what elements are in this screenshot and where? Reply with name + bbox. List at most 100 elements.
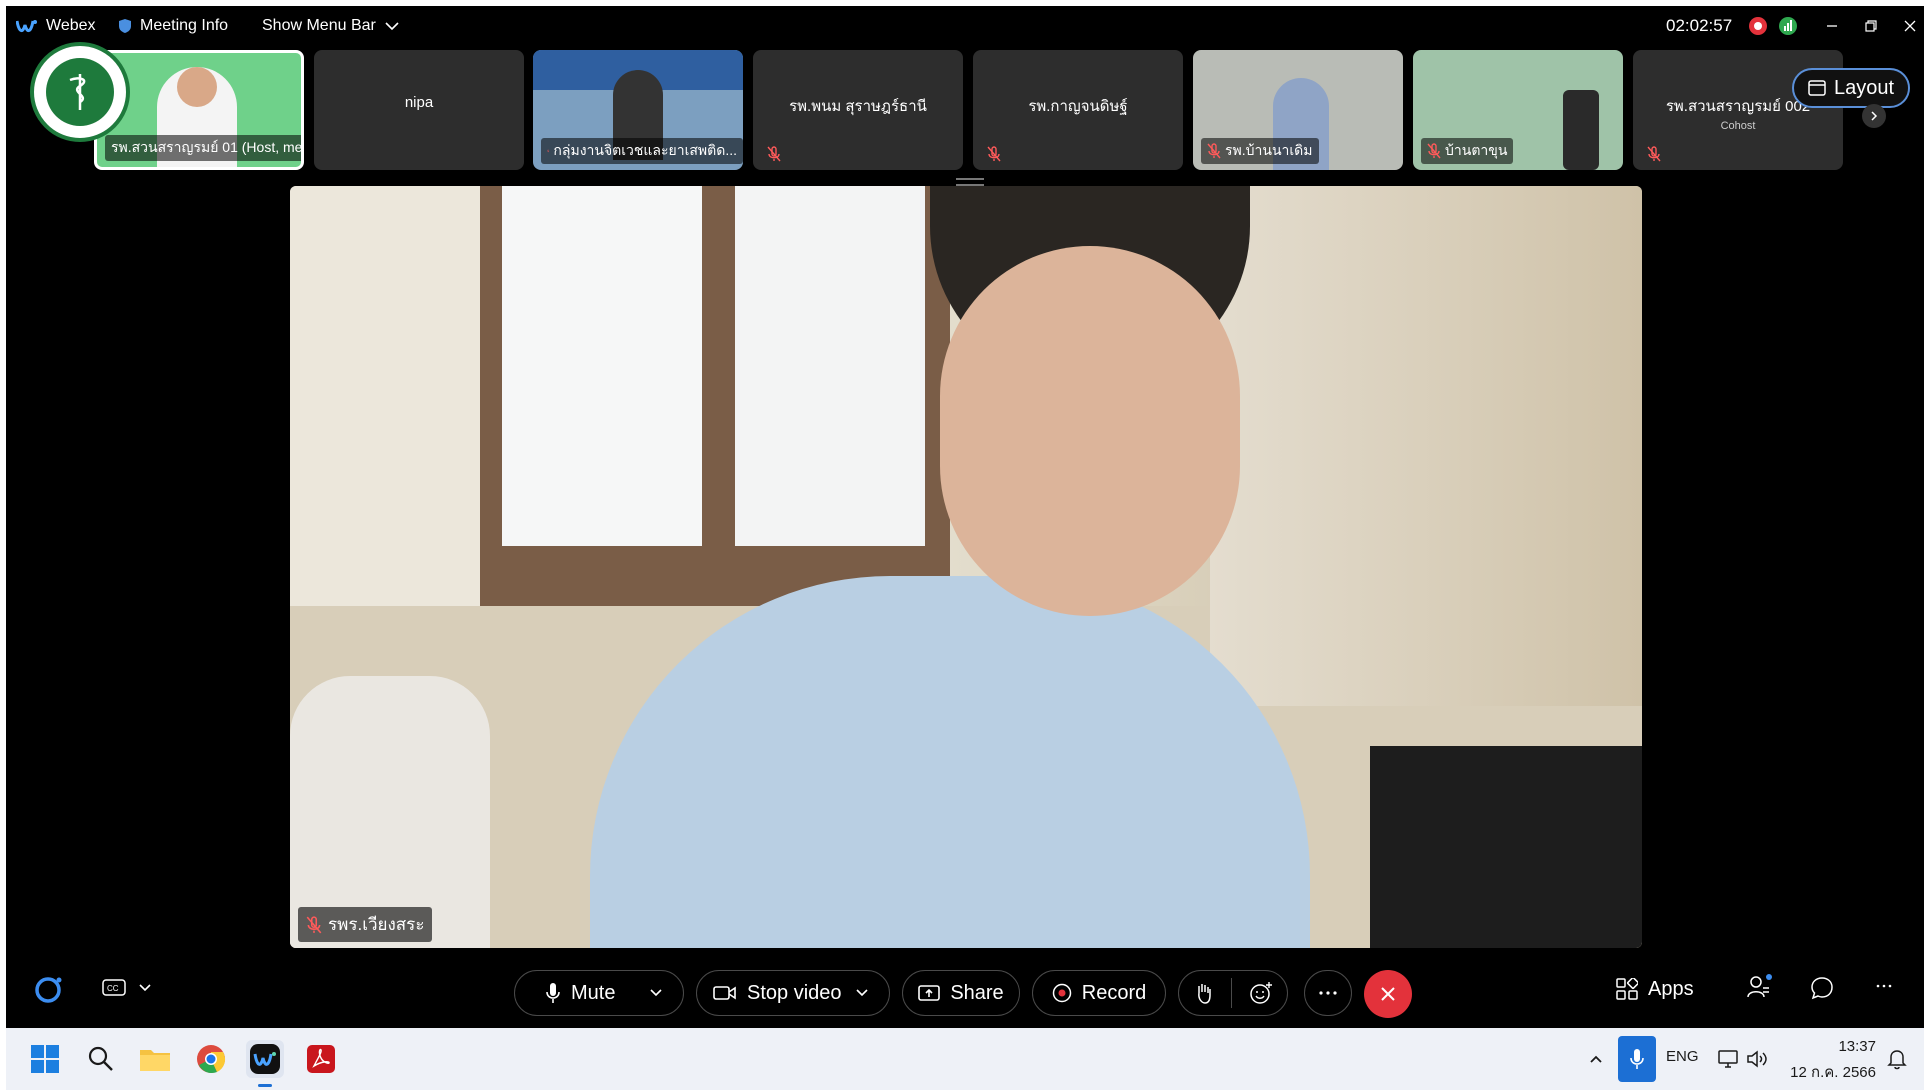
webex-taskbar-button[interactable] (246, 1040, 284, 1078)
acrobat-button[interactable] (302, 1040, 340, 1078)
participants-icon (1747, 974, 1772, 998)
file-explorer-button[interactable] (136, 1040, 174, 1078)
participant-role: Cohost (1720, 120, 1756, 132)
network-monitor-icon (1718, 1050, 1738, 1068)
minimize-icon (1827, 25, 1837, 27)
apps-label: Apps (1648, 977, 1694, 1000)
chrome-button[interactable] (192, 1040, 230, 1078)
chevron-down-icon (856, 989, 868, 997)
webex-logo-icon (250, 1044, 280, 1074)
chevron-up-icon (1590, 1055, 1602, 1063)
input-language[interactable]: ENG (1666, 1048, 1699, 1065)
record-indicator-icon (1749, 17, 1767, 35)
recording-indicator (1748, 6, 1776, 46)
participant-label: รพ.สวนสราญรมย์ 01 (Host, me) (105, 135, 301, 161)
mic-muted-icon (1427, 143, 1441, 159)
active-speaker-video[interactable]: รพร.เวียงสระ (290, 186, 1642, 948)
webex-assistant-icon (35, 977, 62, 1003)
curtain-right (1210, 186, 1642, 706)
participant-tile-bannadoem[interactable]: รพ.บ้านนาเดิม (1193, 50, 1403, 170)
participant-tile-kanchanadit[interactable]: รพ.กาญจนดิษฐ์ (973, 50, 1183, 170)
taskbar-clock[interactable]: 13:37 (1826, 1038, 1876, 1055)
participant-name: nipa (404, 94, 434, 111)
window-pane-left (502, 186, 702, 546)
office-chair (1370, 746, 1642, 948)
participant-label-text: กลุ่มงานจิตเวชและยาเสพติด... (553, 142, 737, 158)
participant-face (177, 67, 217, 107)
share-button[interactable]: Share (902, 970, 1020, 1016)
participant-label: บ้านตาขุน (1421, 138, 1514, 164)
close-button[interactable] (1895, 12, 1924, 40)
chevron-right-icon (1871, 111, 1878, 121)
next-participants-button[interactable] (1862, 104, 1886, 128)
search-button[interactable] (82, 1040, 120, 1078)
network-tray-button[interactable] (1716, 1040, 1742, 1078)
active-app-indicator (258, 1084, 272, 1087)
tray-overflow-button[interactable] (1584, 1040, 1608, 1078)
curtain-left (290, 186, 480, 666)
participant-name: รพ.กาญจนดิษฐ์ (1028, 98, 1128, 115)
show-menu-bar-button[interactable]: Show Menu Bar (262, 6, 408, 46)
meeting-timer: 02:02:57 (1666, 16, 1733, 35)
mute-button[interactable]: Mute (514, 970, 684, 1016)
chrome-icon (197, 1045, 226, 1074)
record-button[interactable]: Record (1032, 970, 1166, 1016)
apps-button[interactable]: Apps (1616, 972, 1694, 1006)
participants-button[interactable] (1746, 974, 1772, 1000)
layout-button[interactable]: Layout (1792, 68, 1910, 108)
webex-app-menu[interactable]: Webex (16, 6, 96, 46)
mic-muted-icon (1207, 143, 1221, 159)
participant-tile-nipa[interactable]: nipa (314, 50, 524, 170)
webex-window: Webex Meeting Info Show Menu Bar 02:02:5… (6, 6, 1924, 1028)
bell-icon (1887, 1050, 1907, 1070)
seal-inner (46, 58, 114, 126)
chat-button[interactable] (1810, 976, 1834, 1000)
caduceus-icon (69, 74, 86, 110)
start-button[interactable] (26, 1040, 64, 1078)
participant-label: รพ.บ้านนาเดิม (1201, 138, 1319, 164)
volume-tray-button[interactable] (1744, 1040, 1770, 1078)
close-icon (1904, 20, 1916, 32)
meeting-info-label: Meeting Info (140, 17, 229, 34)
minimize-button[interactable] (1817, 12, 1847, 40)
share-label: Share (950, 981, 1004, 1004)
more-panels-button[interactable] (1876, 984, 1892, 988)
captions-button[interactable]: CC (102, 978, 152, 998)
meeting-controls: CC Mute Stop video Share Record Apps (6, 958, 1924, 1028)
participant-label: กลุ่มงานจิตเวชและยาเสพติด... (541, 138, 743, 164)
participant-tile-phanom[interactable]: รพ.พนม สุราษฎร์ธานี (753, 50, 963, 170)
more-options-button[interactable] (1304, 970, 1352, 1016)
stop-video-button[interactable]: Stop video (696, 970, 890, 1016)
speaker-volume-icon (1747, 1050, 1767, 1068)
more-horizontal-icon (1319, 991, 1337, 995)
windows-taskbar: ENG 13:37 12 ก.ค. 2566 (6, 1028, 1924, 1090)
active-speaker-label: รพร.เวียงสระ (298, 907, 433, 942)
pdf-icon (307, 1045, 335, 1073)
divider (1230, 978, 1232, 1008)
apps-grid-icon (1616, 978, 1638, 1000)
leave-meeting-button[interactable] (1364, 970, 1412, 1018)
share-screen-icon (918, 985, 941, 1001)
search-icon (88, 1046, 113, 1071)
restore-button[interactable] (1856, 12, 1886, 40)
webex-assistant-button[interactable] (32, 974, 64, 1006)
mic-muted-icon (1647, 146, 1661, 162)
closed-captions-icon: CC (102, 979, 126, 996)
participant-tile-bantakhun[interactable]: บ้านตาขุน (1413, 50, 1623, 170)
mute-label: Mute (571, 981, 616, 1004)
meeting-info-button[interactable]: Meeting Info (118, 6, 228, 46)
signal-strength-icon (1779, 17, 1797, 35)
layout-button-label: Layout (1833, 76, 1895, 99)
resize-grip[interactable] (956, 178, 984, 186)
mic-muted-icon (767, 146, 781, 162)
microphone-icon (546, 983, 560, 1003)
notifications-button[interactable] (1884, 1040, 1910, 1078)
microphone-in-use-button[interactable] (1618, 1036, 1656, 1082)
emoji-reaction-icon[interactable] (1249, 981, 1273, 1005)
taskbar-date[interactable]: 12 ก.ค. 2566 (1776, 1060, 1876, 1084)
record-label: Record (1081, 981, 1147, 1004)
raise-hand-icon[interactable] (1194, 981, 1214, 1005)
participant-tile-psych[interactable]: กลุ่มงานจิตเวชและยาเสพติด... (533, 50, 743, 170)
show-menu-bar-label: Show Menu Bar (262, 17, 376, 34)
network-status[interactable] (1778, 6, 1806, 46)
